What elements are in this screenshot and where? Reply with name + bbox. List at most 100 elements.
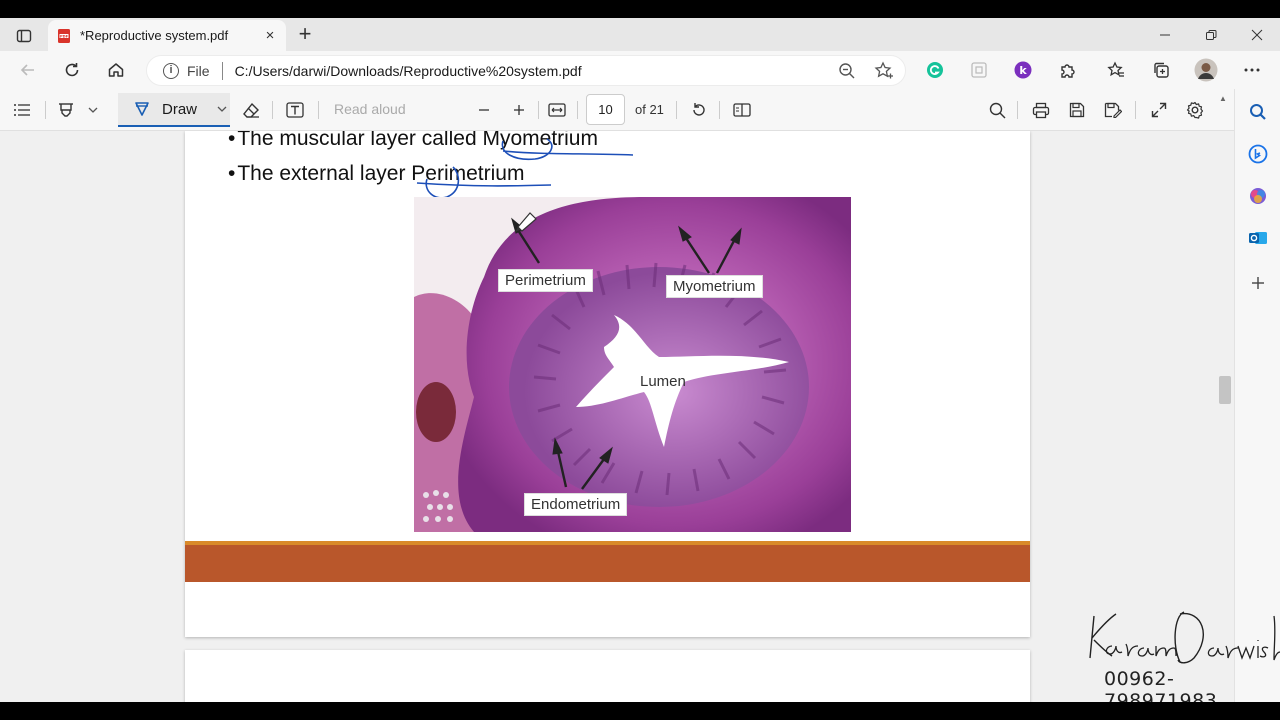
tab-strip: PDF *Reproductive system.pdf × + bbox=[0, 18, 1280, 51]
minimize-icon bbox=[1160, 34, 1170, 35]
info-icon[interactable]: i bbox=[163, 62, 179, 79]
pdf-toolbar: Draw Read aloud 10 of 21 bbox=[0, 89, 1234, 131]
sidebar-office-button[interactable] bbox=[1247, 185, 1269, 207]
plus-icon bbox=[514, 105, 524, 115]
home-icon bbox=[108, 63, 124, 77]
k-extension-button[interactable]: k bbox=[1013, 60, 1033, 80]
label-myometrium: Myometrium bbox=[666, 275, 763, 298]
sidebar-search-button[interactable] bbox=[1247, 101, 1269, 123]
url-text[interactable]: C:/Users/darwi/Downloads/Reproductive%20… bbox=[235, 63, 582, 79]
zoom-out-button[interactable] bbox=[476, 99, 492, 121]
settings-more-button[interactable] bbox=[1242, 60, 1262, 80]
toolbar-divider bbox=[318, 101, 319, 119]
pdf-settings-button[interactable] bbox=[1185, 99, 1205, 121]
minimize-button[interactable] bbox=[1142, 18, 1188, 51]
collections-icon bbox=[1154, 62, 1169, 78]
pdf-viewport[interactable]: •The muscular layer called Myometrium •T… bbox=[0, 131, 1234, 702]
find-button[interactable] bbox=[987, 99, 1007, 121]
sidebar-bing-button[interactable] bbox=[1247, 143, 1269, 165]
refresh-button[interactable] bbox=[59, 58, 85, 82]
back-button[interactable] bbox=[15, 58, 41, 82]
address-bar[interactable]: i File C:/Users/darwi/Downloads/Reproduc… bbox=[146, 55, 906, 86]
toolbar-divider bbox=[676, 101, 677, 119]
home-button[interactable] bbox=[103, 58, 129, 82]
tab-close-button[interactable]: × bbox=[262, 27, 278, 44]
favorites-star-icon bbox=[1107, 61, 1124, 77]
tab-title: *Reproductive system.pdf bbox=[80, 28, 229, 43]
print-icon bbox=[1032, 102, 1050, 118]
black-frame-bottom bbox=[0, 702, 1280, 720]
rotate-icon bbox=[693, 103, 705, 116]
pdf-page-10: •The muscular layer called Myometrium •T… bbox=[185, 131, 1030, 637]
page-view-icon bbox=[733, 103, 751, 117]
slide-footer-band bbox=[185, 541, 1030, 582]
restore-button[interactable] bbox=[1188, 18, 1234, 51]
draw-label: Draw bbox=[162, 100, 198, 118]
signature-watermark bbox=[1089, 611, 1280, 664]
save-icon bbox=[1069, 102, 1085, 118]
add-favorite-icon[interactable] bbox=[874, 61, 894, 81]
page-total: of 21 bbox=[635, 102, 664, 117]
outlook-icon bbox=[1249, 232, 1267, 244]
contents-button[interactable] bbox=[11, 99, 33, 121]
eraser-icon bbox=[243, 102, 259, 118]
new-tab-button[interactable]: + bbox=[294, 23, 316, 46]
toolbar-divider bbox=[1135, 101, 1136, 119]
browser-tab-active[interactable]: PDF *Reproductive system.pdf × bbox=[48, 20, 286, 51]
close-window-button[interactable] bbox=[1234, 18, 1280, 51]
scroll-up-arrow-icon[interactable]: ▲ bbox=[1219, 94, 1227, 103]
toolbar-divider bbox=[1017, 101, 1018, 119]
highlight-options-button[interactable] bbox=[86, 99, 100, 121]
extension-button-2[interactable] bbox=[969, 60, 989, 80]
profile-avatar-button[interactable] bbox=[1194, 58, 1218, 82]
highlighter-icon bbox=[59, 103, 73, 117]
draw-button[interactable]: Draw bbox=[118, 93, 230, 127]
pdf-page-11 bbox=[185, 650, 1030, 702]
search-icon bbox=[1250, 104, 1266, 120]
office-icon bbox=[1250, 188, 1266, 204]
draw-pen-icon bbox=[135, 102, 149, 116]
favorites-button[interactable] bbox=[1106, 60, 1126, 80]
uterus-cross-section-image bbox=[414, 197, 851, 532]
highlight-button[interactable] bbox=[56, 99, 76, 121]
rotate-button[interactable] bbox=[689, 99, 709, 121]
pdf-file-icon: PDF bbox=[58, 28, 70, 43]
toolbar-divider bbox=[577, 101, 578, 119]
bing-chat-icon bbox=[1248, 144, 1268, 164]
sidebar-outlook-button[interactable] bbox=[1247, 227, 1269, 249]
file-label: File bbox=[187, 62, 210, 79]
fit-width-button[interactable] bbox=[547, 99, 567, 121]
page-number-input[interactable]: 10 bbox=[586, 94, 625, 125]
erase-button[interactable] bbox=[241, 99, 261, 121]
label-lumen: Lumen bbox=[640, 373, 686, 390]
save-as-icon bbox=[1104, 102, 1122, 118]
expand-icon bbox=[1151, 102, 1167, 118]
text-box-icon bbox=[286, 102, 304, 118]
chevron-down-icon[interactable] bbox=[217, 106, 227, 112]
zoom-in-button[interactable] bbox=[511, 99, 527, 121]
print-button[interactable] bbox=[1031, 99, 1051, 121]
scrollbar-thumb[interactable] bbox=[1219, 376, 1231, 404]
back-arrow-icon bbox=[20, 64, 34, 76]
sidebar-add-button[interactable] bbox=[1247, 272, 1269, 294]
chevron-down-icon bbox=[88, 107, 98, 113]
save-button[interactable] bbox=[1067, 99, 1087, 121]
label-perimetrium: Perimetrium bbox=[498, 269, 593, 292]
fit-width-icon bbox=[548, 103, 566, 117]
extensions-button[interactable] bbox=[1058, 60, 1078, 80]
toolbar-divider bbox=[719, 101, 720, 119]
extension-square-icon bbox=[971, 62, 987, 78]
add-text-button[interactable] bbox=[285, 99, 305, 121]
k-extension-letter: k bbox=[1019, 64, 1027, 77]
zoom-out-icon[interactable] bbox=[837, 61, 857, 81]
svg-text:PDF: PDF bbox=[60, 34, 69, 38]
uterus-histology-figure: Perimetrium Myometrium Lumen Endometrium bbox=[414, 197, 851, 532]
read-aloud-button[interactable]: Read aloud bbox=[334, 101, 406, 117]
grammarly-extension-button[interactable] bbox=[925, 60, 945, 80]
collections-button[interactable] bbox=[1151, 60, 1171, 80]
tab-actions-button[interactable] bbox=[10, 26, 38, 46]
page-view-button[interactable] bbox=[732, 99, 752, 121]
save-as-button[interactable] bbox=[1103, 99, 1123, 121]
avatar bbox=[1194, 58, 1218, 82]
fullscreen-button[interactable] bbox=[1149, 99, 1169, 121]
